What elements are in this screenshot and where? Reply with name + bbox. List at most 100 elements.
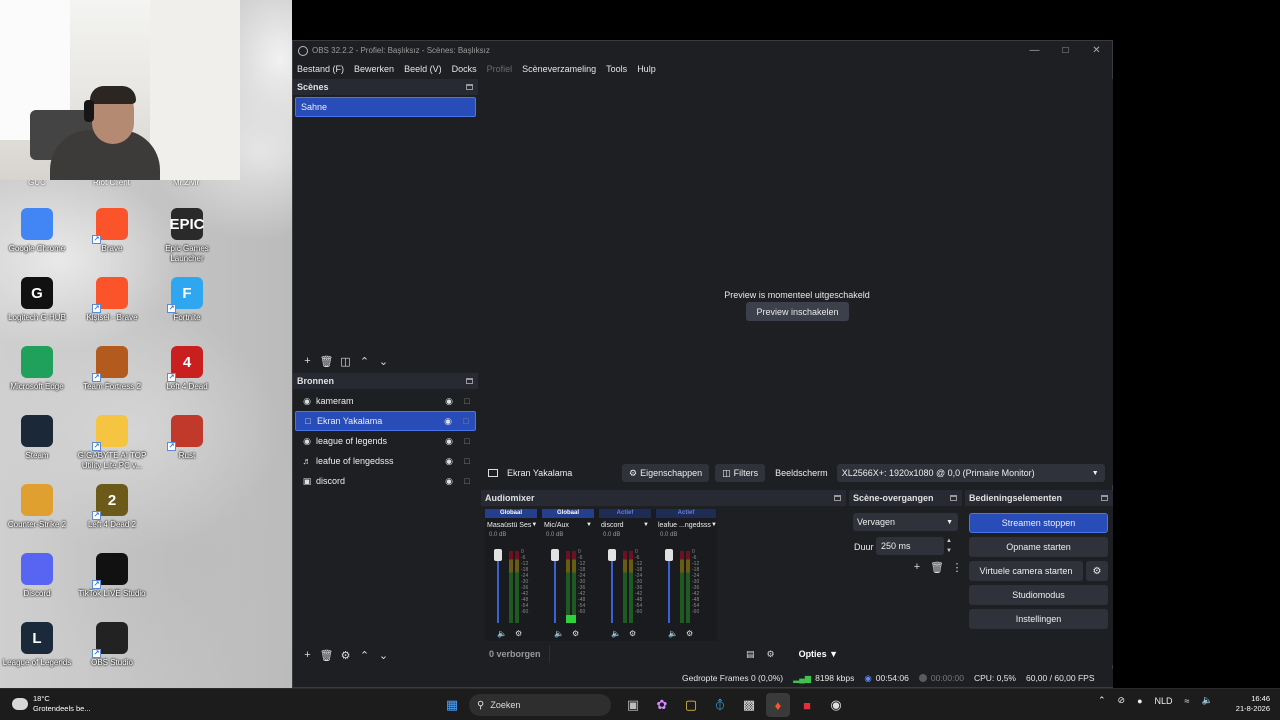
start-recording-button[interactable]: Opname starten bbox=[969, 537, 1108, 557]
move-up-icon[interactable]: ⌃ bbox=[355, 647, 374, 663]
scene-filters-icon[interactable]: ◫ bbox=[336, 353, 355, 369]
fader-handle[interactable] bbox=[608, 549, 616, 561]
visibility-eye-icon[interactable]: ◉ bbox=[439, 416, 457, 427]
volume-fader[interactable] bbox=[497, 551, 499, 623]
volume-fader[interactable] bbox=[668, 551, 670, 623]
remove-scene-icon[interactable]: 🗑 bbox=[317, 353, 336, 369]
fader-handle[interactable] bbox=[551, 549, 559, 561]
undock-icon[interactable] bbox=[834, 495, 841, 501]
menu-edit[interactable]: Bewerken bbox=[354, 64, 394, 74]
desktop-shortcut[interactable]: EPIC Epic Games Launcher bbox=[150, 208, 224, 272]
visibility-eye-icon[interactable]: ◉ bbox=[440, 396, 458, 407]
start-virtual-camera-button[interactable]: Virtuele camera starten bbox=[969, 561, 1083, 581]
menu-help[interactable]: Hulp bbox=[637, 64, 656, 74]
desktop-shortcut[interactable]: ↗ Rust bbox=[150, 415, 224, 479]
lock-icon[interactable]: □ bbox=[458, 476, 476, 486]
gear-icon[interactable]: ⚙ bbox=[686, 629, 693, 638]
duration-stepper[interactable]: ▲ ▼ bbox=[946, 536, 952, 556]
menu-docks[interactable]: Docks bbox=[452, 64, 477, 74]
speaker-icon[interactable]: 🔈 bbox=[554, 629, 564, 638]
desktop-shortcut[interactable]: ↗ Brave bbox=[75, 208, 149, 272]
minimize-button[interactable]: — bbox=[1019, 45, 1050, 56]
desktop-shortcut[interactable]: ↗ GIGABYTE AI TOP Utility Lite PC v... bbox=[75, 415, 149, 479]
network-off-icon[interactable]: ⊘ bbox=[1118, 695, 1126, 706]
lock-icon[interactable]: □ bbox=[457, 416, 475, 426]
undock-icon[interactable] bbox=[466, 378, 473, 384]
app-icon[interactable]: ■ bbox=[795, 693, 819, 717]
channel-name-select[interactable]: Mic/Aux ▼ bbox=[542, 518, 594, 532]
chevron-up-icon[interactable]: ⌃ bbox=[1098, 695, 1106, 706]
volume-fader[interactable] bbox=[554, 551, 556, 623]
channel-name-select[interactable]: discord ▼ bbox=[599, 518, 651, 532]
source-row[interactable]: □ Ekran Yakalama ◉ □ bbox=[295, 411, 476, 431]
obs-icon[interactable]: ◉ bbox=[824, 693, 848, 717]
desktop-shortcut[interactable]: L League of Legends bbox=[0, 622, 74, 686]
enable-preview-button[interactable]: Preview inschakelen bbox=[746, 302, 849, 321]
desktop-shortcut[interactable]: ↗ Kişisel - Brave bbox=[75, 277, 149, 341]
undock-icon[interactable] bbox=[1101, 495, 1108, 501]
fader-handle[interactable] bbox=[665, 549, 673, 561]
monitor-select[interactable]: XL2566X+: 1920x1080 @ 0,0 (Primaire Moni… bbox=[836, 464, 1105, 482]
source-row[interactable]: ◉ kameram ◉ □ bbox=[295, 391, 476, 411]
speaker-icon[interactable]: 🔈 bbox=[611, 629, 621, 638]
desktop-shortcut[interactable]: 4 ↗ Left 4 Dead bbox=[150, 346, 224, 410]
menu-scene-collection[interactable]: Scèneverzameling bbox=[522, 64, 596, 74]
desktop-shortcut[interactable]: Steam bbox=[0, 415, 74, 479]
clock[interactable]: 16:46 21-8-2026 bbox=[1226, 694, 1270, 714]
visibility-eye-icon[interactable]: ◉ bbox=[440, 436, 458, 447]
edge-icon[interactable]: ⦽ bbox=[708, 693, 732, 717]
gear-icon[interactable]: ⚙ bbox=[572, 629, 579, 638]
add-transition-icon[interactable]: + bbox=[907, 561, 927, 574]
undock-icon[interactable] bbox=[950, 495, 957, 501]
filters-button[interactable]: ◫ Filters bbox=[715, 464, 766, 482]
language-indicator[interactable]: NLD bbox=[1155, 696, 1173, 706]
desktop-shortcut[interactable]: Microsoft Edge bbox=[0, 346, 74, 410]
lock-icon[interactable]: □ bbox=[458, 396, 476, 406]
add-source-icon[interactable]: + bbox=[298, 647, 317, 663]
desktop-shortcut[interactable]: F ↗ Fortnite bbox=[150, 277, 224, 341]
gear-icon[interactable]: ⚙ bbox=[629, 629, 636, 638]
wifi-icon[interactable]: ≈ bbox=[1185, 696, 1190, 706]
speaker-icon[interactable]: 🔈 bbox=[668, 629, 678, 638]
volume-icon[interactable]: 🔈 bbox=[1202, 695, 1213, 706]
scene-item[interactable]: Sahne bbox=[295, 97, 476, 117]
desktop-shortcut[interactable]: ↗ OBS Studio bbox=[75, 622, 149, 686]
transition-select[interactable]: Vervagen ▼ bbox=[853, 513, 958, 531]
lock-icon[interactable]: □ bbox=[458, 456, 476, 466]
obs-titlebar[interactable]: OBS 32.2.2 - Profiel: Başlıksız - Scènes… bbox=[293, 41, 1112, 60]
speaker-icon[interactable]: 🔈 bbox=[497, 629, 507, 638]
fader-handle[interactable] bbox=[494, 549, 502, 561]
lock-icon[interactable]: □ bbox=[458, 436, 476, 446]
layout-toggle-icon[interactable]: ▤ bbox=[746, 649, 755, 660]
visibility-eye-icon[interactable]: ◉ bbox=[440, 476, 458, 487]
taskbar-search[interactable]: ⚲ Zoeken bbox=[469, 694, 611, 716]
advanced-audio-icon[interactable]: ⚙ bbox=[766, 649, 774, 660]
close-button[interactable]: ✕ bbox=[1081, 45, 1112, 56]
desktop-shortcut[interactable]: Discord bbox=[0, 553, 74, 617]
copilot-icon[interactable]: ✿ bbox=[650, 693, 674, 717]
move-down-icon[interactable]: ⌄ bbox=[374, 647, 393, 663]
studio-mode-button[interactable]: Studiomodus bbox=[969, 585, 1108, 605]
desktop-shortcut[interactable]: G Logitech G HUB bbox=[0, 277, 74, 341]
move-down-icon[interactable]: ⌄ bbox=[374, 353, 393, 369]
remove-transition-icon[interactable]: 🗑 bbox=[927, 561, 947, 574]
desktop-shortcut[interactable]: ↗ TikTok LIVE Studio bbox=[75, 553, 149, 617]
microphone-icon[interactable]: ● bbox=[1137, 696, 1142, 706]
menu-view[interactable]: Beeld (V) bbox=[404, 64, 442, 74]
desktop-shortcut[interactable]: Counter-Strike 2 bbox=[0, 484, 74, 548]
remove-source-icon[interactable]: 🗑 bbox=[317, 647, 336, 663]
duration-input[interactable]: 250 ms bbox=[876, 537, 944, 555]
weather-widget[interactable]: 18°C Grotendeels be... bbox=[12, 694, 91, 714]
options-button[interactable]: Opties ▼ bbox=[787, 649, 838, 659]
gear-icon[interactable]: ⚙ bbox=[515, 629, 522, 638]
undock-icon[interactable] bbox=[466, 84, 473, 90]
stop-streaming-button[interactable]: Streamen stoppen bbox=[969, 513, 1108, 533]
store-icon[interactable]: ▩ bbox=[737, 693, 761, 717]
settings-button[interactable]: Instellingen bbox=[969, 609, 1108, 629]
visibility-eye-icon[interactable]: ◉ bbox=[440, 456, 458, 467]
source-row[interactable]: ▣ discord ◉ □ bbox=[295, 471, 476, 491]
more-options-icon[interactable]: ⋮ bbox=[947, 561, 967, 574]
file-explorer-icon[interactable]: ▢ bbox=[679, 693, 703, 717]
desktop-shortcut[interactable]: Google Chrome bbox=[0, 208, 74, 272]
desktop-shortcut[interactable]: ↗ Team Fortress 2 bbox=[75, 346, 149, 410]
